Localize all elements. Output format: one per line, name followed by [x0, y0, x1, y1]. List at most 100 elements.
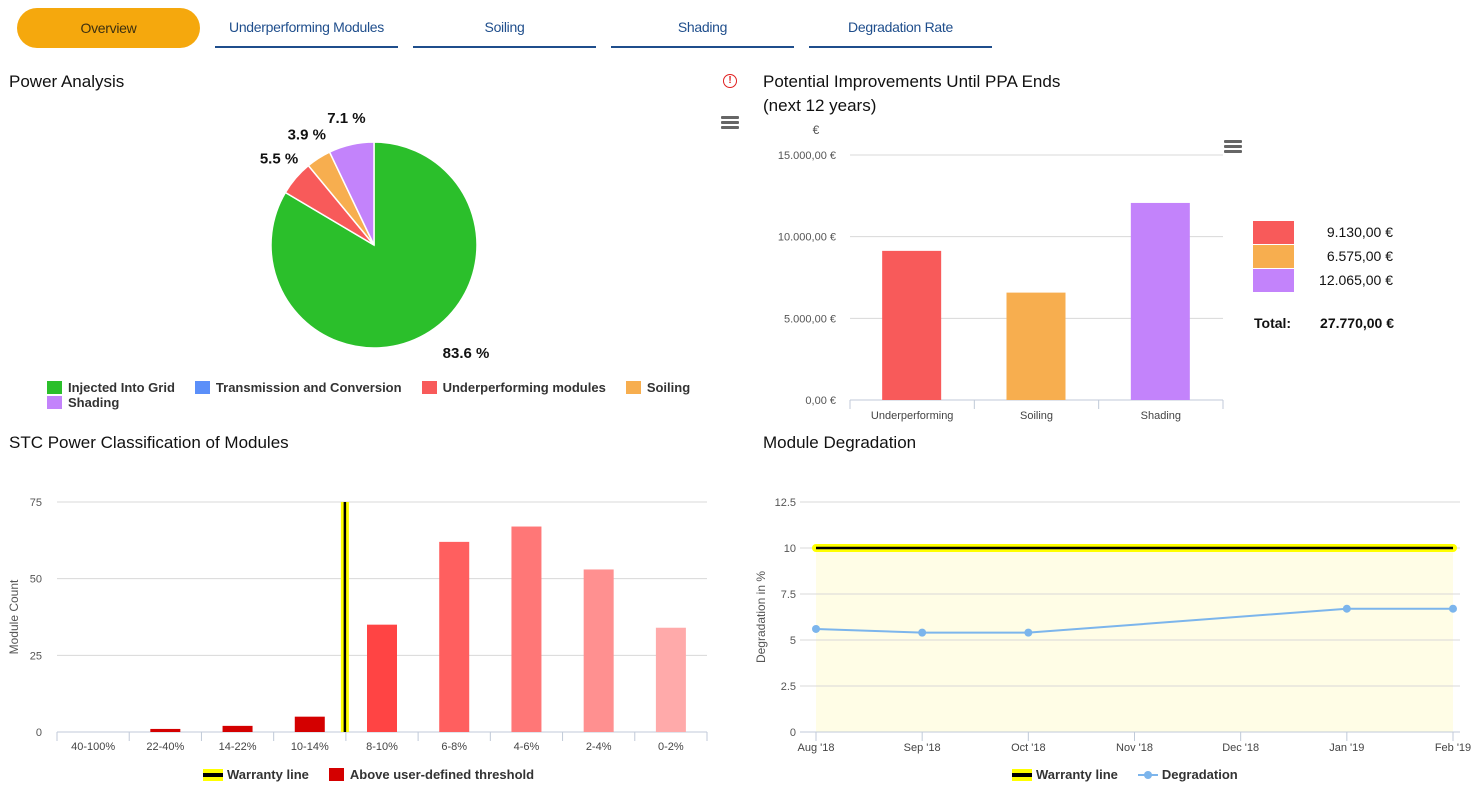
summary-swatch	[1253, 220, 1294, 244]
y-tick-label: 10	[784, 543, 796, 555]
total-label: Total:	[1254, 315, 1292, 331]
legend-label: Soiling	[646, 380, 691, 395]
y-axis-label: Module Count	[7, 579, 21, 654]
legend-label: Transmission and Conversion	[215, 380, 402, 395]
legend-label: Warranty line	[227, 767, 309, 782]
power-analysis-pie: 83.6 % 5.5 % 3.9 %7.1 %	[260, 110, 490, 362]
x-tick-label: Soiling	[1020, 410, 1053, 422]
x-tick-label: Feb '19	[1435, 742, 1471, 754]
x-tick-label: Sep '18	[904, 742, 941, 754]
degradation-point	[918, 628, 927, 637]
summary-row-underperforming: 9.130,00 €	[1253, 220, 1403, 244]
legend-swatch	[47, 381, 62, 394]
x-tick-label: Underperforming	[871, 410, 954, 422]
warranty-line-swatch	[1012, 768, 1032, 781]
summary-value: 6.575,00 €	[1326, 248, 1393, 264]
legend-item-soiling[interactable]: Soiling	[625, 380, 691, 395]
bar	[655, 627, 686, 732]
legend-label: Underperforming modules	[442, 380, 606, 395]
y-tick-label: 7.5	[781, 589, 796, 601]
summary-row-shading: 12.065,00 €	[1253, 268, 1403, 292]
degradation-legend: Warranty line Degradation	[1012, 767, 1258, 782]
bar	[1130, 202, 1190, 400]
x-tick-label: 0-2%	[658, 741, 684, 753]
x-tick-label: 40-100%	[71, 741, 115, 753]
bar	[511, 526, 542, 732]
pie-data-label: 3.9 %	[288, 127, 326, 144]
degradation-point	[812, 624, 820, 633]
x-tick-label: 4-6%	[514, 741, 540, 753]
degradation-point	[1342, 604, 1351, 613]
legend-item-threshold[interactable]: Above user-defined threshold	[328, 767, 535, 782]
bar	[150, 728, 181, 732]
bar	[882, 250, 942, 400]
total-value: 27.770,00 €	[1320, 315, 1394, 331]
x-tick-label: Nov '18	[1116, 742, 1153, 754]
y-tick-label: 0	[36, 727, 42, 739]
x-tick-label: 8-10%	[366, 741, 398, 753]
legend-item-injected[interactable]: Injected Into Grid	[47, 380, 175, 395]
x-tick-label: 22-40%	[146, 741, 184, 753]
legend-swatch	[421, 381, 437, 394]
stc-bar-chart: 0 25 50 75 Module Count 40-100% 22-40% 14-22% 10…	[7, 497, 708, 753]
legend-item-transmission[interactable]: Transmission and Conversion	[194, 380, 402, 395]
degradation-line-chart: 0 2.5 5 7.5 10 12.5 Degradation in % Aug '18 Sep…	[754, 497, 1471, 754]
summary-swatch	[1253, 244, 1294, 268]
legend-swatch	[328, 768, 344, 781]
warranty-line-swatch	[203, 768, 223, 781]
y-tick-label: 5	[790, 635, 796, 647]
y-tick-label: 0,00 €	[805, 395, 836, 407]
y-tick-label: 12.5	[775, 497, 796, 509]
summary-value: 12.065,00 €	[1319, 272, 1393, 288]
bar	[583, 569, 614, 732]
bar	[1006, 292, 1066, 400]
x-tick-label: Oct '18	[1011, 742, 1046, 754]
y-tick-label: 5.000,00 €	[784, 313, 836, 325]
summary-total: Total: 27.770,00 €	[1254, 315, 1394, 331]
y-tick-label: 15.000,00 €	[778, 150, 836, 162]
legend-item-underperforming[interactable]: Underperforming modules	[421, 380, 606, 395]
legend-item-shading[interactable]: Shading	[47, 395, 119, 410]
summary-value: 9.130,00 €	[1326, 224, 1393, 240]
legend-label: Above user-defined threshold	[349, 767, 535, 782]
pie-data-label: 7.1 %	[327, 110, 365, 127]
y-tick-label: 10.000,00 €	[778, 232, 836, 244]
improvements-bar-chart: 0,00 € 5.000,00 € 10.000,00 € 15.000,00 € € U…	[778, 123, 1224, 422]
bar	[367, 624, 397, 732]
x-tick-label: Aug '18	[798, 742, 835, 754]
x-tick-label: Jan '19	[1329, 742, 1364, 754]
y-tick-label: 0	[790, 727, 796, 739]
bar	[294, 716, 325, 732]
x-tick-label: Dec '18	[1222, 742, 1259, 754]
x-tick-label: 14-22%	[219, 741, 257, 753]
y-tick-label: 50	[30, 574, 42, 586]
summary-row-soiling: 6.575,00 €	[1253, 244, 1403, 268]
degradation-point	[1024, 628, 1033, 637]
legend-swatch	[47, 396, 62, 409]
summary-swatch	[1253, 268, 1294, 292]
degradation-swatch	[1137, 770, 1158, 779]
stc-legend: Warranty line Above user-defined thresho…	[203, 767, 554, 782]
x-tick-label: 2-4%	[586, 741, 612, 753]
pie-data-label: 83.6 %	[443, 345, 490, 362]
legend-item-warranty[interactable]: Warranty line	[1012, 767, 1118, 782]
pie-data-label: 5.5 %	[260, 151, 298, 168]
improvements-summary: 9.130,00 € 6.575,00 € 12.065,00 €	[1253, 220, 1403, 292]
legend-item-warranty[interactable]: Warranty line	[203, 767, 309, 782]
legend-swatch	[194, 381, 210, 394]
bar	[439, 541, 470, 732]
bar	[222, 725, 253, 732]
legend-swatch	[625, 381, 641, 394]
y-tick-label: 25	[30, 650, 42, 662]
power-analysis-legend: Injected Into Grid Transmission and Conv…	[47, 380, 727, 410]
legend-label: Injected Into Grid	[68, 380, 175, 395]
x-tick-label: 6-8%	[441, 741, 467, 753]
legend-label: Degradation	[1161, 767, 1238, 782]
y-axis-label: Degradation in %	[754, 571, 768, 663]
x-tick-label: 10-14%	[291, 741, 329, 753]
x-tick-label: Shading	[1141, 410, 1181, 422]
legend-item-degradation[interactable]: Degradation	[1137, 767, 1238, 782]
y-tick-label: 2.5	[781, 681, 796, 693]
y-axis-label: €	[813, 123, 820, 137]
y-tick-label: 75	[30, 497, 42, 509]
